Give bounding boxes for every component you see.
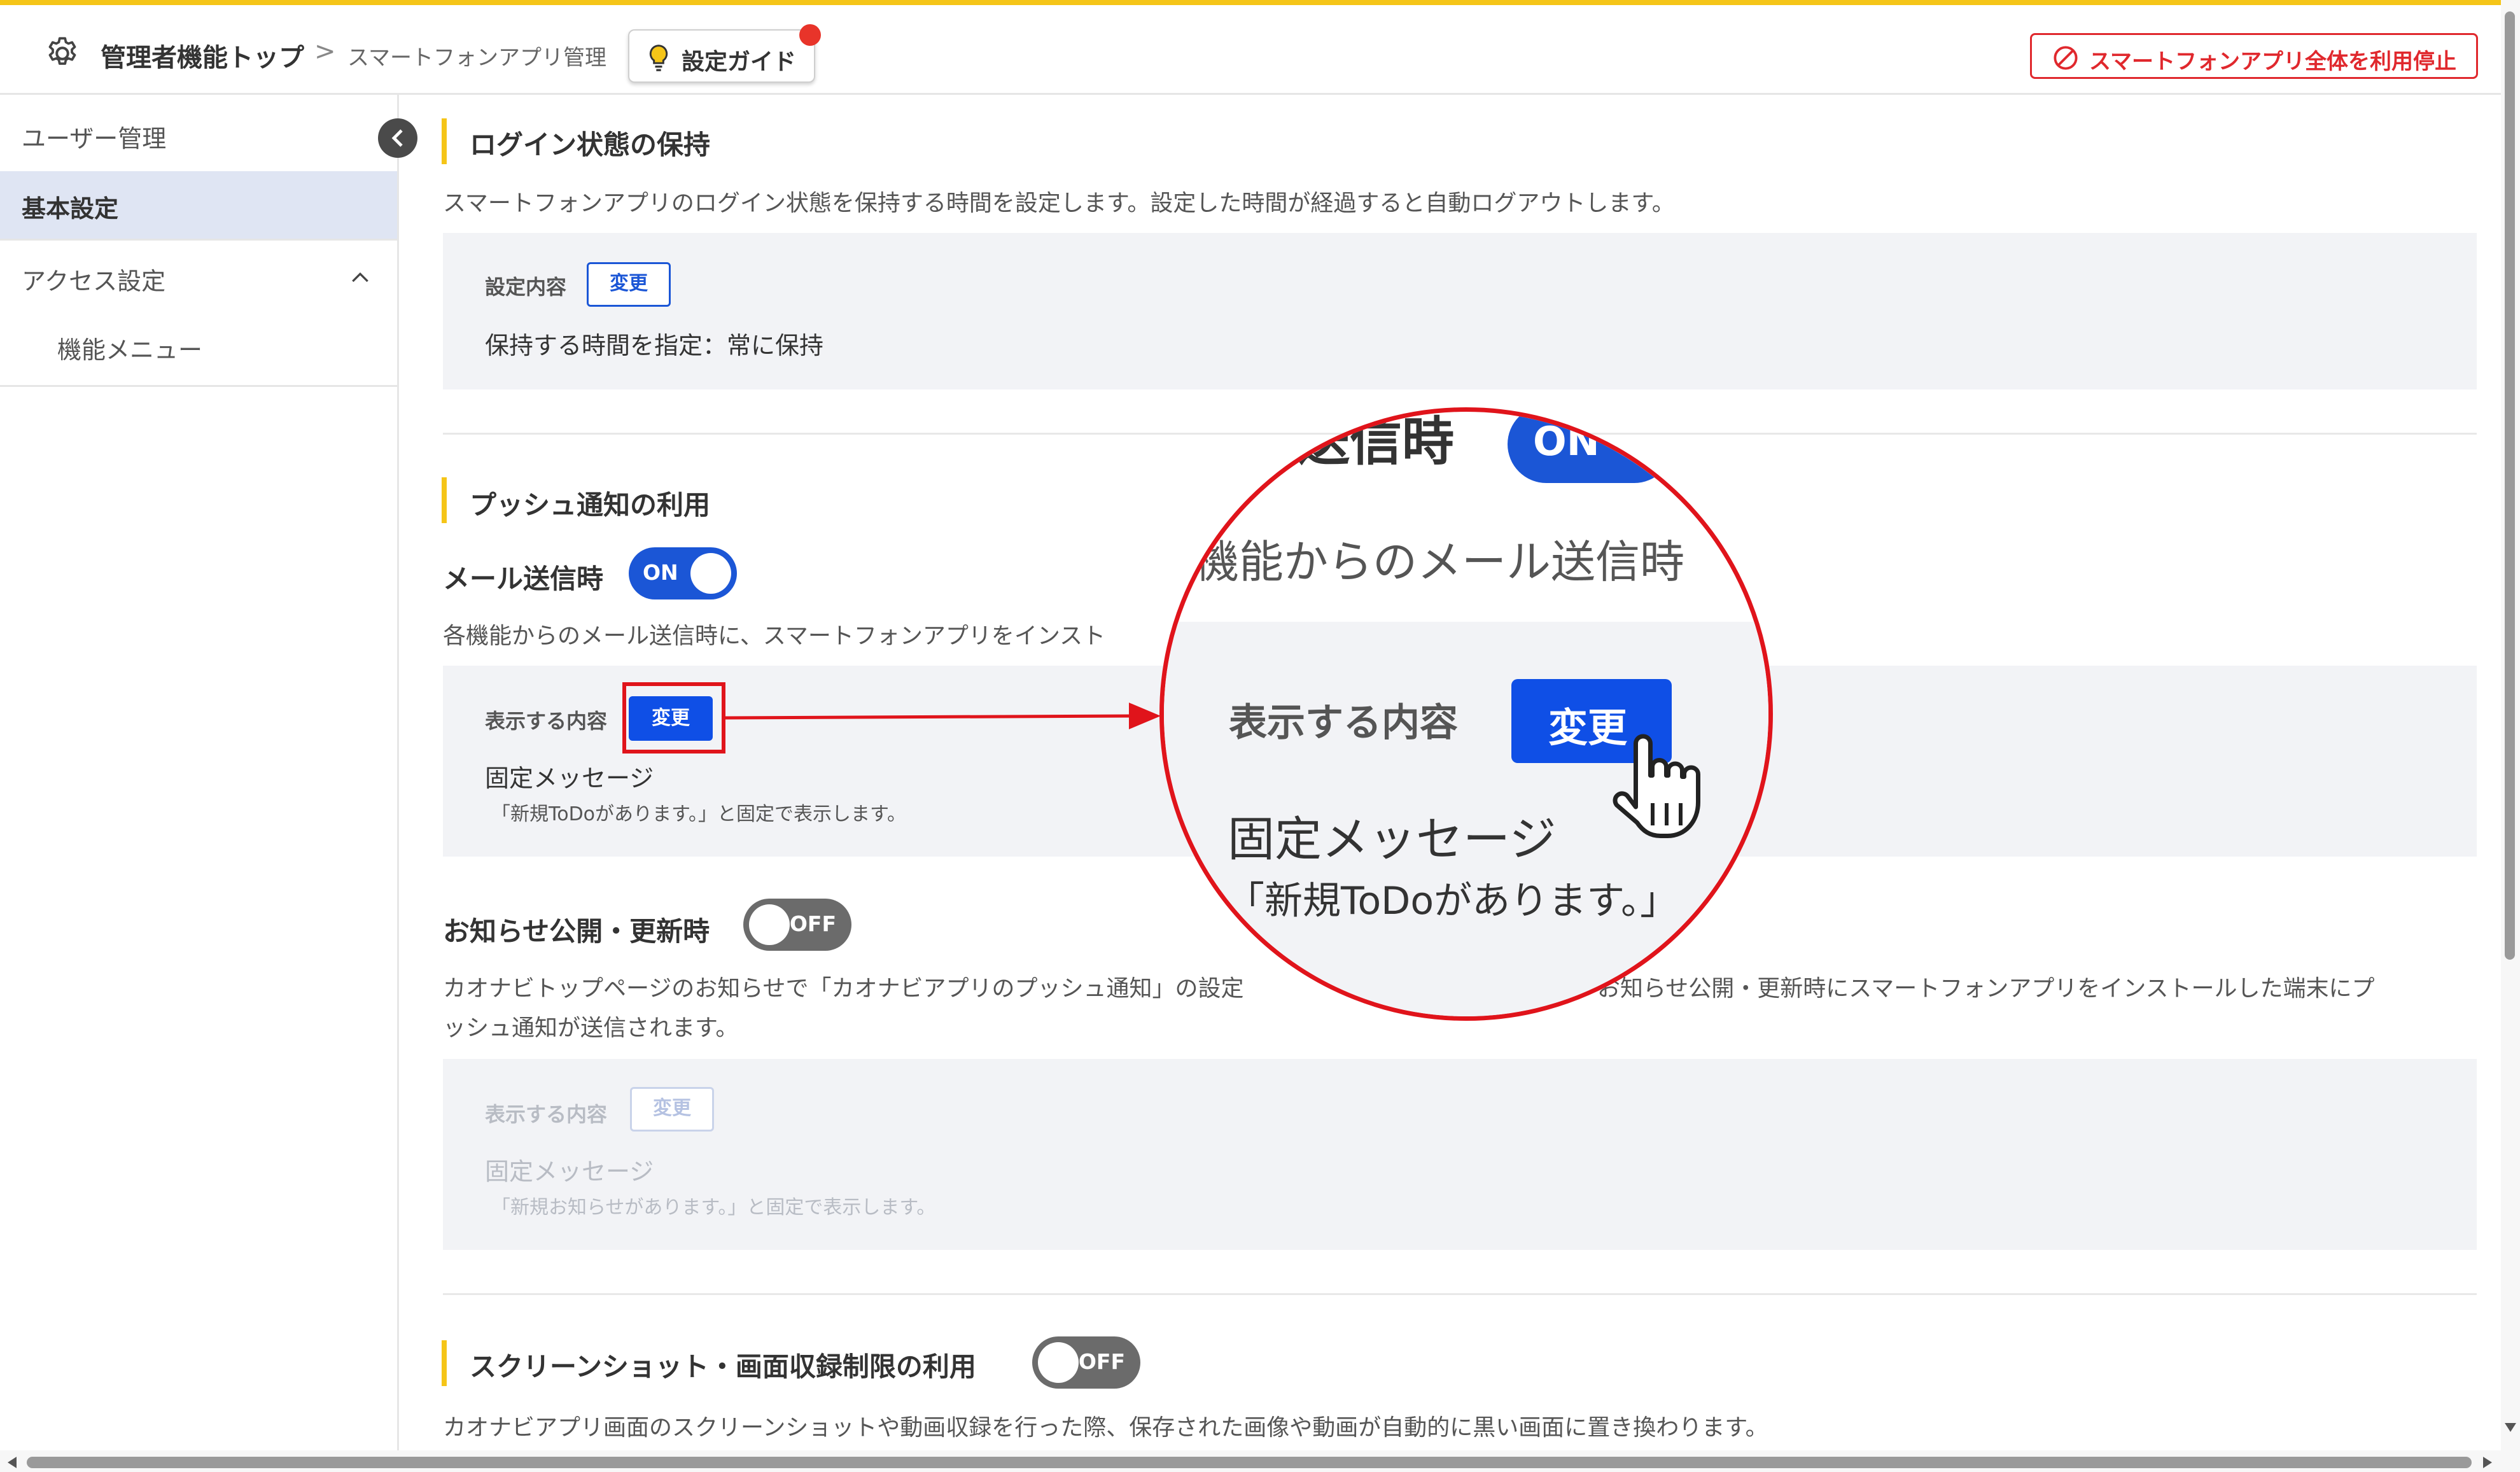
- screenshot-restriction-toggle[interactable]: OFF: [1032, 1336, 1140, 1389]
- toggle-knob: [690, 553, 731, 594]
- scroll-left-icon[interactable]: [8, 1457, 17, 1468]
- hand-pointer-icon: [1613, 734, 1700, 838]
- toggle-state: ON: [643, 560, 678, 585]
- login-change-button[interactable]: 変更: [587, 262, 671, 307]
- vertical-scrollbar[interactable]: [2501, 0, 2520, 1472]
- news-display-value: 固定メッセージ: [485, 1158, 654, 1186]
- zoom-toggle-state: ON: [1533, 418, 1600, 465]
- login-setting-value: 保持する時間を指定：常に保持: [485, 332, 824, 360]
- zoom-description: 機能からのメール送信時: [1194, 536, 1684, 588]
- zoom-display-note: 「新規ToDoがあります。」: [1226, 879, 1679, 923]
- zoom-magnifier: 送信時 ON 機能からのメール送信時 表示する内容 変更 固定メッセージ 「新規…: [1159, 407, 1773, 1021]
- push-section-title: プッシュ通知の利用: [470, 489, 711, 521]
- mail-send-description: 各機能からのメール送信時に、スマートフォンアプリをインスト: [443, 623, 1106, 649]
- news-display-panel: 表示する内容 変更 固定メッセージ 「新規お知らせがあります。」と固定で表示しま…: [443, 1059, 2477, 1250]
- mail-send-title: メール送信時: [443, 563, 604, 594]
- news-display-note: 「新規お知らせがあります。」と固定で表示します。: [491, 1196, 936, 1219]
- mail-send-toggle[interactable]: ON: [629, 547, 737, 599]
- login-section-description: スマートフォンアプリのログイン状態を保持する時間を設定します。設定した時間が経過…: [443, 190, 1675, 216]
- arrow-right-icon: [724, 703, 1161, 729]
- toggle-knob: [1038, 1342, 1079, 1383]
- scroll-down-icon[interactable]: [2505, 1423, 2516, 1432]
- news-update-toggle[interactable]: OFF: [743, 899, 851, 951]
- display-content-label: 表示する内容: [485, 1102, 608, 1126]
- scroll-right-icon[interactable]: [2483, 1457, 2492, 1468]
- setting-content-label: 設定内容: [485, 275, 567, 299]
- toggle-knob: [749, 904, 790, 945]
- vertical-scroll-thumb[interactable]: [2505, 11, 2515, 960]
- section-divider: [443, 1293, 2477, 1295]
- login-setting-panel: 設定内容 変更 保持する時間を指定：常に保持: [443, 233, 2477, 389]
- screenshot-section-title: スクリーンショット・画面収録制限の利用: [470, 1351, 976, 1382]
- horizontal-scrollbar[interactable]: [0, 1450, 2501, 1472]
- news-update-description: カオナビトップページのお知らせで「カオナビアプリのプッシュ通知」の設定: [443, 976, 1244, 1002]
- toggle-state: OFF: [1078, 1349, 1125, 1374]
- zoom-toggle: ON: [1508, 412, 1673, 483]
- zoom-display-value: 固定メッセージ: [1228, 812, 1557, 867]
- login-section-title: ログイン状態の保持: [470, 129, 711, 160]
- section-accent-bar: [442, 1340, 447, 1386]
- news-change-button-disabled: 変更: [630, 1087, 714, 1132]
- zoom-title: 送信時: [1298, 412, 1455, 472]
- highlight-box: [622, 682, 725, 754]
- section-accent-bar: [442, 477, 447, 523]
- horizontal-scroll-thumb[interactable]: [27, 1457, 2472, 1468]
- news-update-description-line2: ッシュ通知が送信されます。: [443, 1015, 739, 1041]
- toggle-state: OFF: [789, 911, 836, 936]
- mail-display-value: 固定メッセージ: [485, 764, 654, 792]
- mail-display-note: 「新規ToDoがあります。」と固定で表示します。: [491, 803, 907, 825]
- news-update-title: お知らせ公開・更新時: [443, 916, 710, 947]
- zoom-display-label: 表示する内容: [1229, 701, 1458, 745]
- section-accent-bar: [442, 118, 447, 164]
- screenshot-section-description: カオナビアプリ画面のスクリーンショットや動画収録を行った際、保存された画像や動画…: [443, 1415, 1768, 1441]
- display-content-label: 表示する内容: [485, 709, 608, 733]
